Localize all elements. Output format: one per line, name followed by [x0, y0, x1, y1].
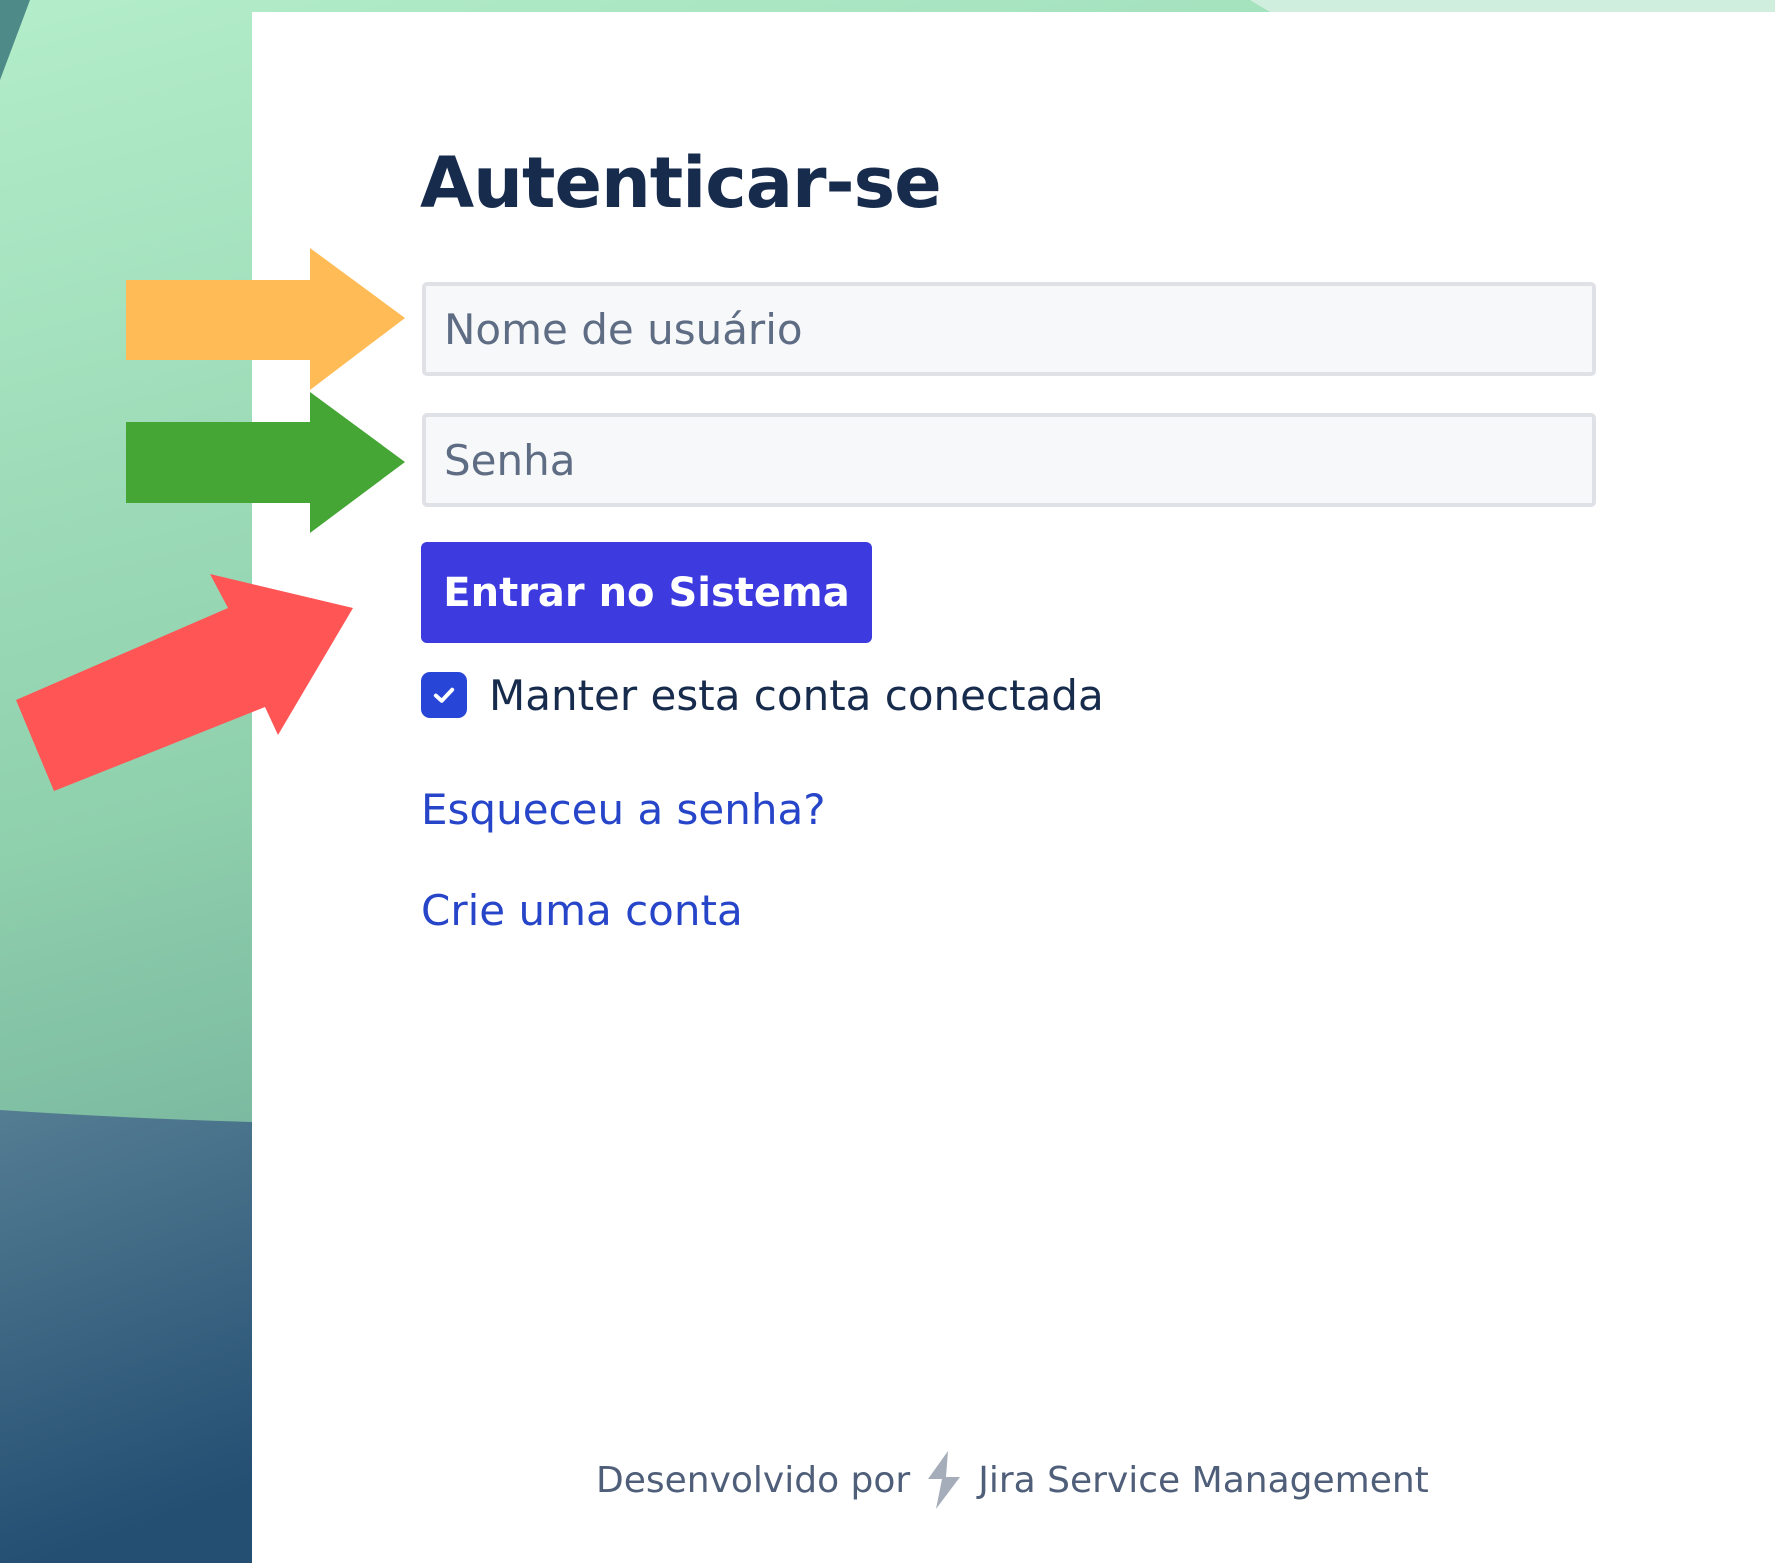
login-button[interactable]: Entrar no Sistema	[421, 542, 872, 643]
username-input[interactable]	[422, 282, 1596, 376]
product-name: Jira Service Management	[978, 1459, 1429, 1501]
forgot-password-link[interactable]: Esqueceu a senha?	[421, 784, 826, 836]
remember-label: Manter esta conta conectada	[489, 670, 1104, 720]
password-input[interactable]	[422, 413, 1596, 507]
powered-by-text: Desenvolvido por	[596, 1459, 911, 1501]
footer-powered-by: Desenvolvido por Jira Service Management	[596, 1449, 1429, 1511]
jira-service-management-icon	[918, 1449, 970, 1511]
check-icon	[433, 687, 455, 703]
page-title: Autenticar-se	[420, 142, 942, 224]
remember-me[interactable]: Manter esta conta conectada	[421, 669, 1104, 721]
remember-checkbox[interactable]	[421, 672, 467, 718]
create-account-link[interactable]: Crie uma conta	[421, 885, 743, 937]
